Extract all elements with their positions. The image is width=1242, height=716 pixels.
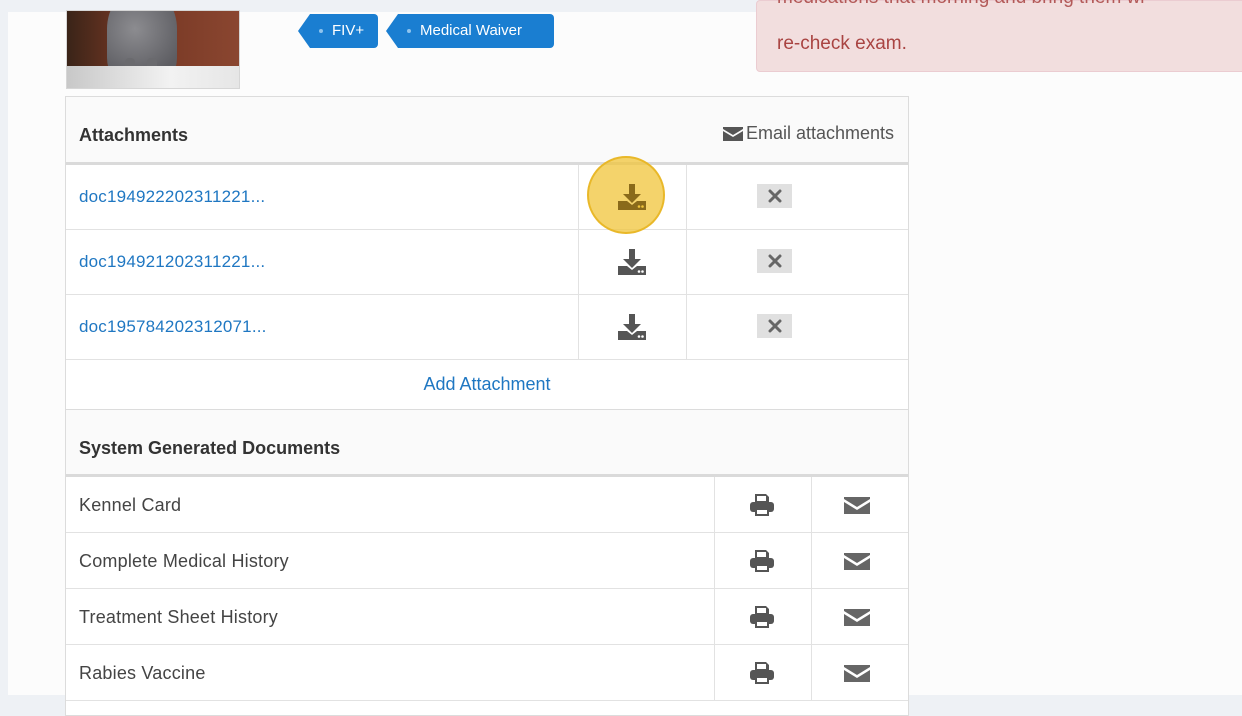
system-doc-row: Complete Medical History [66, 533, 908, 589]
system-doc-name: Kennel Card [79, 495, 182, 515]
attachments-title: Attachments [79, 125, 189, 145]
attachment-row: doc194921202311221... [66, 230, 908, 295]
attachment-file-link[interactable]: doc194921202311221... [79, 252, 265, 272]
download-icon[interactable] [617, 183, 647, 211]
printer-icon[interactable] [749, 549, 775, 573]
alert-text-line2: re-check exam. [777, 33, 907, 54]
attachment-file-link[interactable]: doc194922202311221... [79, 187, 265, 207]
attachment-row: doc195784202312071... [66, 295, 908, 360]
photo-floor [67, 66, 239, 88]
system-doc-row: Treatment Sheet History [66, 589, 908, 645]
system-doc-name: Treatment Sheet History [79, 607, 279, 627]
delete-attachment-button[interactable] [757, 184, 792, 208]
printer-icon[interactable] [749, 661, 775, 685]
pet-photo[interactable] [66, 10, 240, 89]
close-icon [768, 254, 781, 268]
delete-attachment-button[interactable] [757, 314, 792, 338]
download-icon[interactable] [617, 313, 647, 341]
tag-medical-waiver[interactable]: Medical Waiver [386, 14, 554, 48]
email-attachments-label: Email attachments [745, 123, 894, 143]
close-icon [768, 189, 781, 203]
printer-icon[interactable] [749, 493, 775, 517]
system-doc-row: Rabies Vaccine [66, 645, 908, 701]
system-docs-title: System Generated Documents [79, 438, 341, 458]
email-attachments-link[interactable]: Email attachments [722, 123, 894, 144]
delete-attachment-button[interactable] [757, 249, 792, 273]
documents-panel: Attachments Email attachments doc1949222… [65, 96, 909, 716]
envelope-icon[interactable] [844, 553, 870, 570]
alert-box: medications that morning and bring them … [756, 0, 1242, 72]
system-doc-row: Kennel Card [66, 477, 908, 533]
envelope-icon[interactable] [844, 665, 870, 682]
close-icon [768, 319, 781, 333]
attachment-file-link[interactable]: doc195784202312071... [79, 317, 267, 337]
printer-icon[interactable] [749, 605, 775, 629]
system-doc-name: Rabies Vaccine [79, 663, 206, 683]
attachments-header: Attachments Email attachments [66, 97, 908, 165]
page: FIV+ Medical Waiver medications that mor… [8, 0, 1242, 716]
download-icon[interactable] [617, 248, 647, 276]
alert-text-line1: medications that morning and bring them … [777, 0, 1145, 9]
add-attachment-button[interactable]: Add Attachment [66, 358, 908, 410]
envelope-icon [722, 126, 743, 141]
tag-fiv[interactable]: FIV+ [298, 14, 378, 48]
envelope-icon[interactable] [844, 609, 870, 626]
envelope-icon[interactable] [844, 497, 870, 514]
system-docs-header: System Generated Documents [66, 410, 908, 477]
attachment-row: doc194922202311221... [66, 156, 908, 234]
system-doc-name: Complete Medical History [79, 551, 289, 571]
